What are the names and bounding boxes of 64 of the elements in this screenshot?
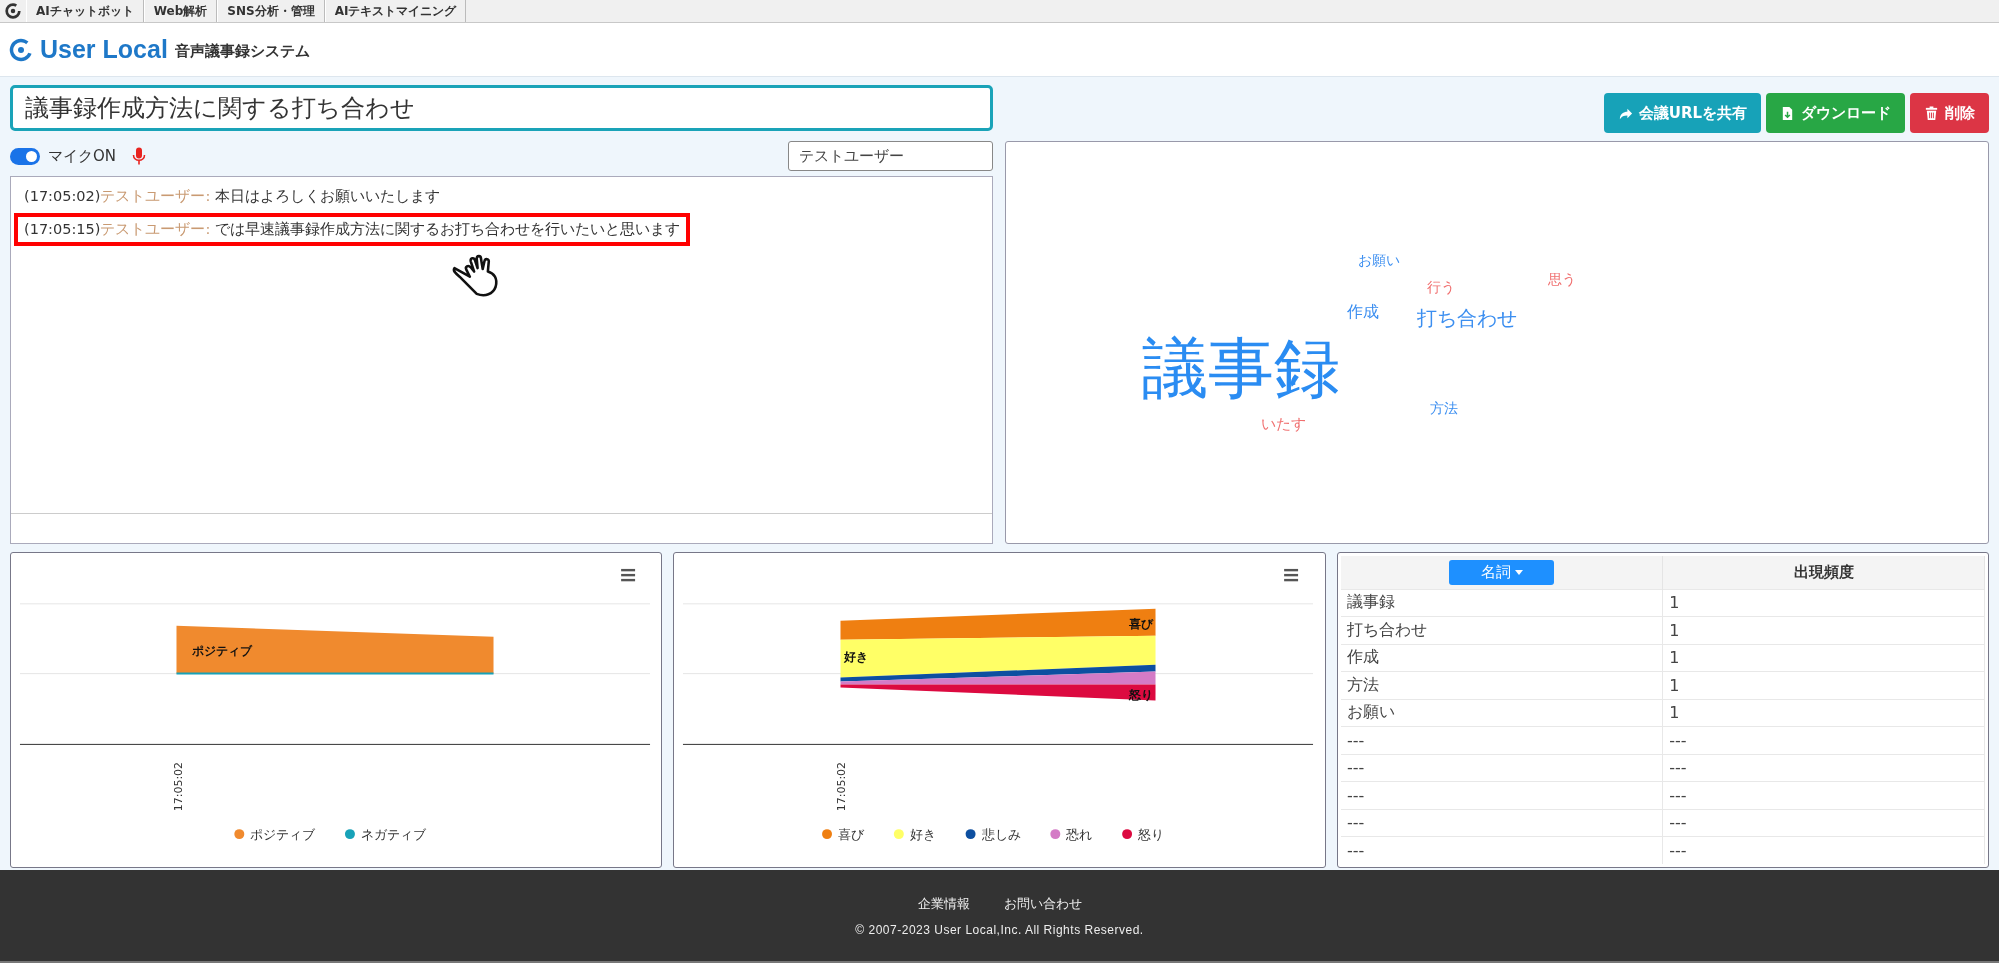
menu-icon[interactable] bbox=[621, 568, 636, 582]
table-cell: --- bbox=[1662, 781, 1985, 809]
nav-tab[interactable]: AIチャットボット bbox=[26, 0, 144, 22]
cloud-word: 思う bbox=[1548, 272, 1576, 286]
file-download-icon bbox=[1780, 105, 1795, 121]
area-label: 怒り bbox=[1128, 687, 1153, 702]
caret-icon bbox=[1514, 569, 1523, 575]
cloud-word: 方法 bbox=[1430, 401, 1458, 415]
table-cell: 方法 bbox=[1341, 671, 1663, 699]
table-cell: --- bbox=[1341, 836, 1663, 864]
transcript-line: (17:05:02)テストユーザー: 本日はよろしくお願いいたします bbox=[23, 187, 441, 206]
footer-link[interactable]: 企業情報 bbox=[917, 894, 970, 913]
cloud-word: 打ち合わせ bbox=[1417, 308, 1517, 328]
area-label: 喜び bbox=[1128, 616, 1153, 631]
table-cell: 1 bbox=[1662, 644, 1985, 672]
table-cell: --- bbox=[1341, 781, 1663, 809]
speaker-name-field[interactable]: テストユーザー bbox=[788, 141, 993, 171]
table-cell: 作成 bbox=[1341, 644, 1663, 672]
area-label: ポジティブ bbox=[192, 643, 253, 658]
menu-icon[interactable] bbox=[1284, 568, 1299, 582]
table-cell: 1 bbox=[1662, 699, 1985, 727]
logo-text: User Local bbox=[40, 35, 168, 64]
cloud-word: 行う bbox=[1427, 280, 1455, 294]
cloud-word: いたす bbox=[1261, 417, 1306, 432]
copyright-text: © 2007-2023 User Local,Inc. All Rights Reserved. bbox=[855, 922, 1144, 937]
table-cell: --- bbox=[1341, 809, 1663, 837]
legend-label: 喜び bbox=[838, 827, 864, 843]
column-header: 出現頻度 bbox=[1662, 556, 1985, 589]
table-cell: --- bbox=[1341, 754, 1663, 782]
nav-tab[interactable]: Web解析 bbox=[143, 0, 218, 22]
nav-tab[interactable]: SNS分析・管理 bbox=[217, 0, 325, 22]
mic-label: マイクON bbox=[48, 146, 117, 166]
legend-label: 悲しみ bbox=[981, 827, 1021, 843]
table-cell: 議事録 bbox=[1341, 589, 1663, 617]
legend-label: ポジティブ bbox=[250, 827, 316, 843]
logo-icon bbox=[9, 37, 33, 62]
cloud-word: 議事録 bbox=[1142, 336, 1340, 402]
table-cell: 打ち合わせ bbox=[1341, 616, 1663, 644]
table-cell: --- bbox=[1662, 754, 1985, 782]
trash-icon bbox=[1924, 105, 1939, 121]
nav-tab[interactable]: AIテキストマイニング bbox=[324, 0, 467, 22]
system-name: 音声議事録システム bbox=[174, 42, 310, 61]
delete-button[interactable]: 削除 bbox=[1910, 93, 1989, 133]
legend-label: 怒り bbox=[1138, 827, 1165, 843]
cloud-word: お願い bbox=[1358, 253, 1400, 267]
legend-label: 恐れ bbox=[1066, 827, 1093, 843]
legend-label: ネガティブ bbox=[360, 827, 426, 843]
footer-link[interactable]: お問い合わせ bbox=[1003, 894, 1082, 913]
cloud-word: 作成 bbox=[1347, 304, 1379, 320]
table-cell: --- bbox=[1662, 726, 1985, 754]
mic-toggle[interactable] bbox=[10, 147, 40, 165]
title-field[interactable]: 議事録作成方法に関する打ち合わせ bbox=[10, 85, 993, 131]
table-cell: お願い bbox=[1341, 699, 1663, 727]
table-cell: --- bbox=[1662, 836, 1985, 864]
table-cell: 1 bbox=[1662, 589, 1985, 617]
table-cell: --- bbox=[1662, 809, 1985, 837]
legend-label: 好き bbox=[909, 827, 936, 843]
axis-tick-label: 17:05:02 bbox=[835, 762, 849, 812]
axis-tick-label: 17:05:02 bbox=[172, 762, 186, 812]
table-cell: --- bbox=[1341, 726, 1663, 754]
microphone-icon bbox=[132, 147, 147, 165]
table-cell: 1 bbox=[1662, 671, 1985, 699]
table-cell: 1 bbox=[1662, 616, 1985, 644]
area-label: 好き bbox=[844, 649, 869, 664]
